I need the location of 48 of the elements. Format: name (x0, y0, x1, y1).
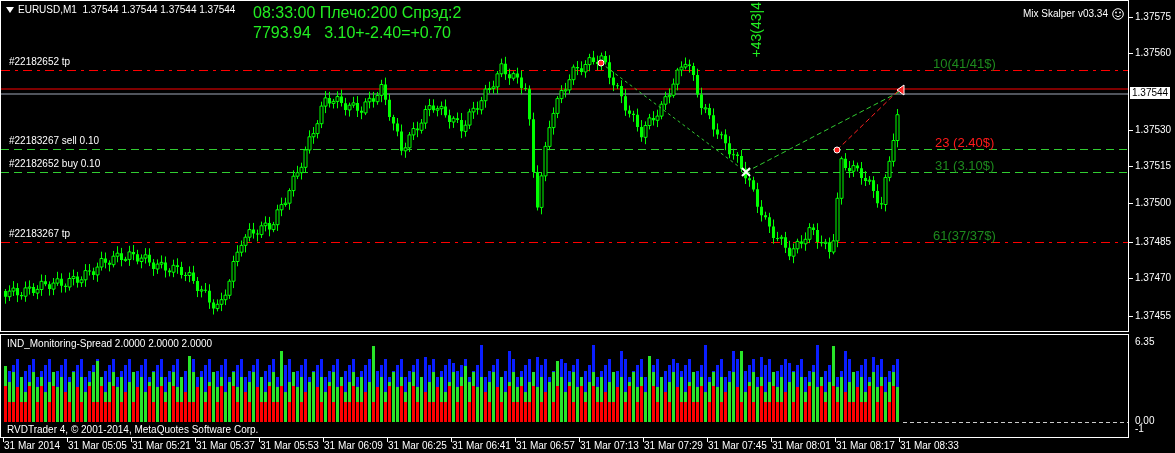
time-label: 31 Mar 07:45 (708, 441, 767, 451)
order-label: #22183267 sell 0.10 (9, 136, 100, 146)
time-label: 31 Mar 07:13 (580, 441, 639, 451)
price-label: 1.37575 (1135, 12, 1172, 22)
order-line[interactable] (1, 242, 1128, 243)
time-label: 31 Mar 08:01 (772, 441, 831, 451)
account-info: 7793.94 3.10+-2.40=+0.70 (253, 25, 451, 41)
order-label: #22182652 buy 0.10 (9, 159, 101, 169)
indicator-title: IND_Monitoring-Spread 2.0000 2.0000 2.0000 (7, 339, 213, 349)
time-label: 31 Mar 08:17 (836, 441, 895, 451)
time-label: 31 Mar 05:05 (68, 441, 127, 451)
price-label: 1.37500 (1135, 198, 1172, 208)
time-label: 31 Mar 06:57 (516, 441, 575, 451)
price-label: 1.37530 (1135, 125, 1172, 135)
price-label: 1.37560 (1135, 48, 1172, 58)
expert-name: Mix Skalper v03.34 (1022, 9, 1108, 19)
scale-label: 6.35 (1135, 337, 1155, 347)
time-label: 31 Mar 2014 (4, 441, 61, 451)
scale-label: 0.00 (1135, 416, 1155, 426)
time-label: 31 Mar 06:41 (452, 441, 511, 451)
trade-summary: +43(43|4 (749, 2, 763, 58)
price-label: 1.37485 (1135, 237, 1172, 247)
time-label: 31 Mar 05:21 (132, 441, 191, 451)
time-label: 31 Mar 06:25 (388, 441, 447, 451)
profit-label: 31 (3.10$) (935, 159, 995, 172)
copyright-text: RVDTrader 4, © 2001-2014, MetaQuotes Software Corp. (7, 425, 259, 435)
order-line[interactable] (1, 70, 1128, 71)
chart-title: EURUSD,M1 1.37544 1.37544 1.37544 1.37544 (18, 5, 236, 15)
current-price-label: 1.37544 (1130, 87, 1171, 99)
time-label: 31 Mar 05:37 (196, 441, 255, 451)
time-label: 31 Mar 08:33 (900, 441, 959, 451)
time-label: 31 Mar 06:09 (324, 441, 383, 451)
order-label: #22183267 tp (9, 229, 71, 239)
order-label: #22182652 tp (9, 57, 71, 67)
scale-label: -1 (1135, 424, 1144, 434)
account-info: 08:33:00 Плечо:200 Спрэд:2 (253, 5, 462, 21)
profit-label: 10(41/41$) (933, 57, 996, 70)
price-label: 1.37470 (1135, 273, 1172, 283)
time-label: 31 Mar 07:29 (644, 441, 703, 451)
price-label: 1.37455 (1135, 311, 1172, 321)
smiley-icon (1112, 8, 1124, 20)
time-label: 31 Mar 05:53 (260, 441, 319, 451)
order-line[interactable] (1, 149, 1128, 150)
triangle-icon[interactable] (6, 7, 14, 13)
order-line[interactable] (1, 172, 1128, 173)
profit-label: 23 (2.40$) (935, 136, 995, 149)
price-label: 1.37515 (1135, 161, 1172, 171)
profit-label: 61(37/37$) (933, 229, 996, 242)
